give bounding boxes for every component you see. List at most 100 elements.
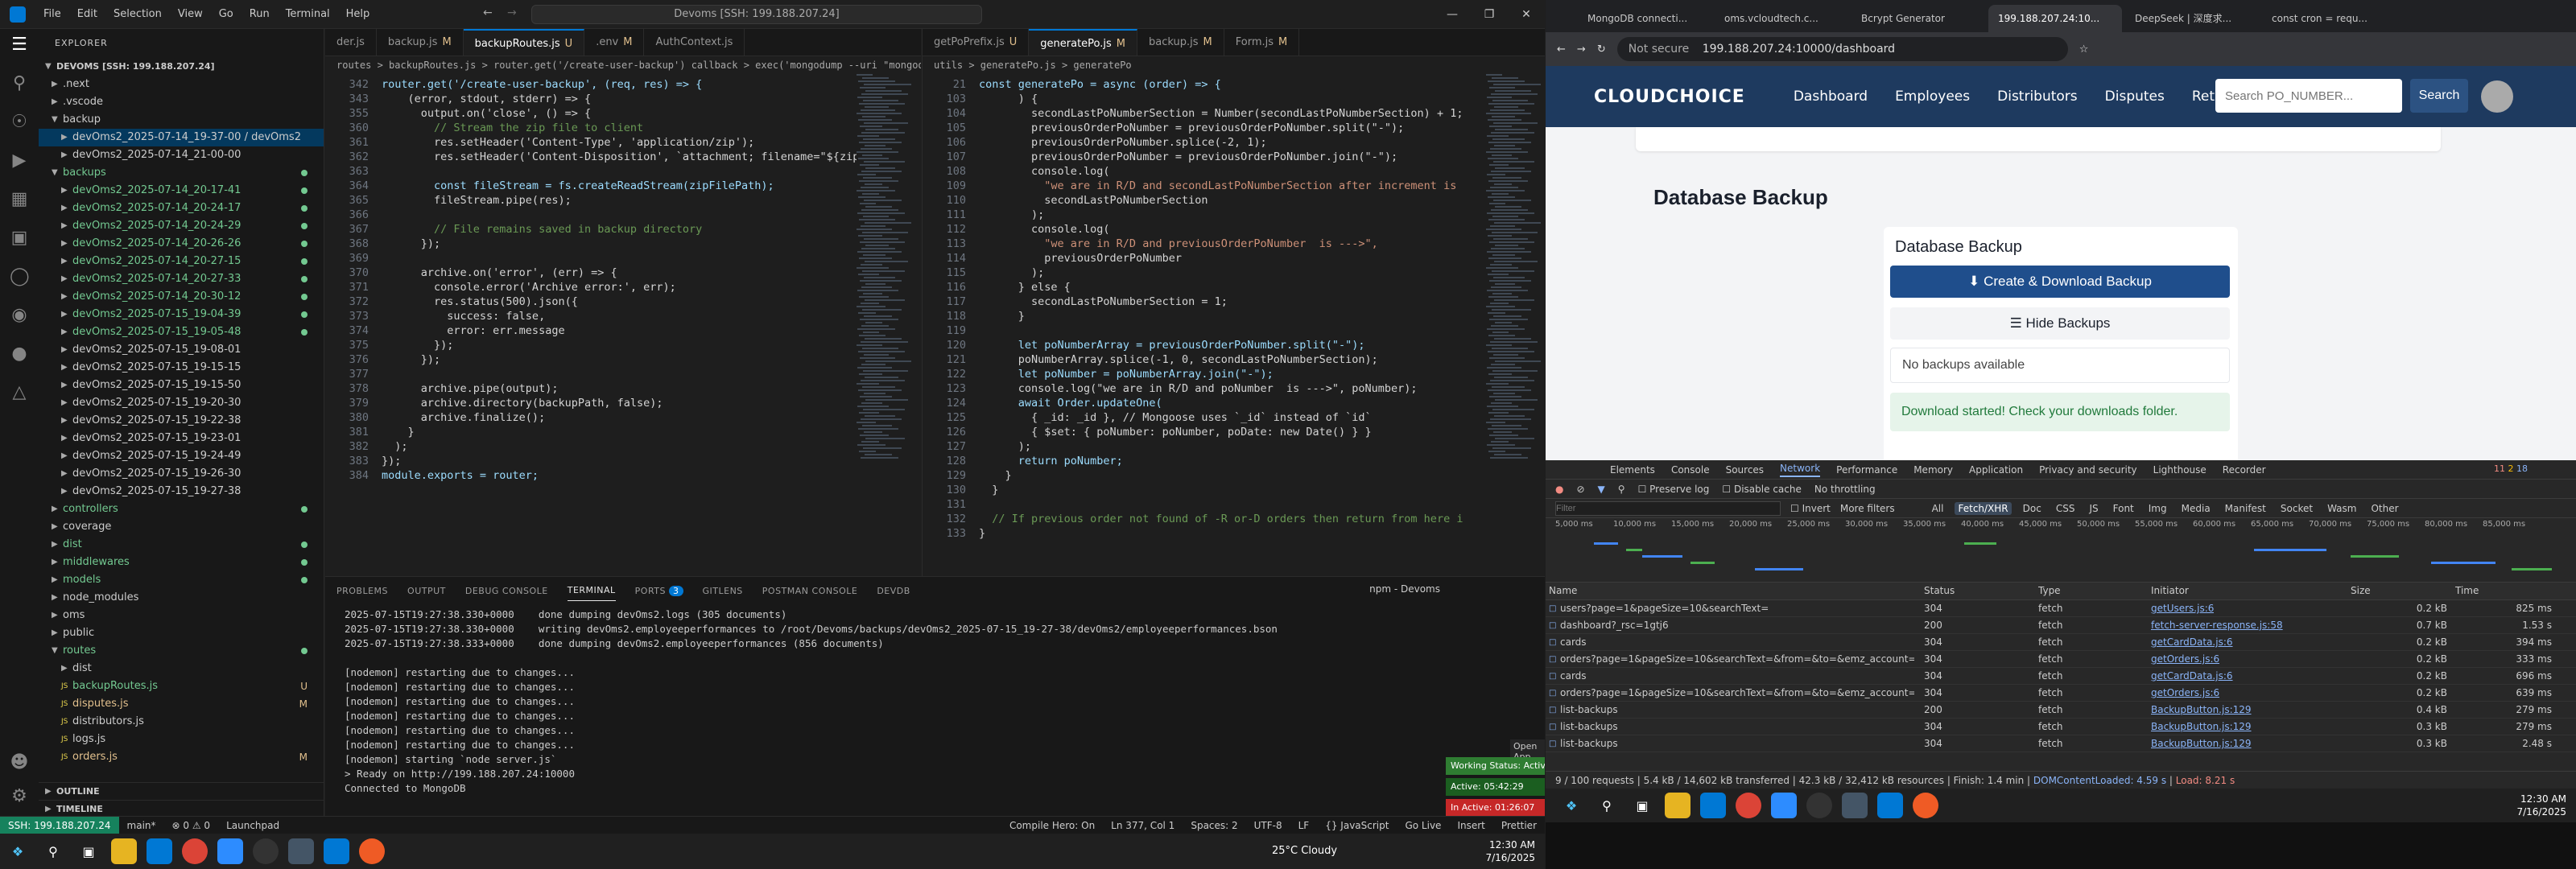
browser-tab[interactable]: const cron = requ... bbox=[2262, 5, 2396, 32]
type-filter-fetch-xhr[interactable]: Fetch/XHR bbox=[1955, 501, 2012, 515]
issue-counts[interactable]: 11 2 18 bbox=[2494, 463, 2528, 474]
remote-explorer-icon[interactable]: ▣ bbox=[10, 229, 29, 248]
browser-tab[interactable]: MongoDB connecti... bbox=[1578, 5, 1711, 32]
folder-item[interactable]: ▶ middlewares bbox=[39, 554, 324, 571]
editor-tab[interactable]: getPoPrefix.js U bbox=[923, 29, 1030, 56]
folder-item[interactable]: ▶ devOms2_2025-07-15_19-15-50 bbox=[39, 377, 324, 394]
network-timeline[interactable]: 5,000 ms 10,000 ms 15,000 ms 20,000 ms 25,00… bbox=[1546, 518, 2576, 583]
panel-tab-gitlens[interactable]: GITLENS bbox=[703, 586, 743, 596]
encoding[interactable]: UTF-8 bbox=[1246, 820, 1290, 831]
minimize-icon[interactable]: — bbox=[1434, 0, 1471, 29]
windows-start-icon[interactable]: ❖ bbox=[1558, 793, 1584, 818]
devtools-tab-lighthouse[interactable]: Lighthouse bbox=[2153, 464, 2207, 476]
devtools-tab-privacy-and-security[interactable]: Privacy and security bbox=[2039, 464, 2137, 476]
folder-item[interactable]: ▶ node_modules bbox=[39, 589, 324, 607]
devtools-tab-memory[interactable]: Memory bbox=[1913, 464, 1953, 476]
back-arrow-icon[interactable]: ← bbox=[483, 6, 493, 19]
folder-item[interactable]: ▶ controllers bbox=[39, 500, 324, 518]
network-row[interactable]: □ list-backups 200 fetch BackupButton.js:129… bbox=[1546, 702, 2576, 719]
cell-initiator[interactable]: getUsers.js:6 bbox=[2151, 600, 2214, 617]
store-icon[interactable] bbox=[1700, 793, 1726, 818]
editor-tab[interactable]: generatePo.js M bbox=[1029, 29, 1137, 56]
panel-tab-devdb[interactable]: DEVDB bbox=[877, 586, 910, 596]
folder-item[interactable]: ▼ routes bbox=[39, 642, 324, 660]
docker-icon[interactable]: △ bbox=[10, 383, 29, 402]
clock[interactable]: 12:30 AM 7/16/2025 bbox=[1485, 838, 1535, 864]
file-item[interactable]: JS disputes.js M bbox=[39, 695, 324, 713]
type-filter-other[interactable]: Other bbox=[2368, 502, 2401, 515]
devtools-tab-console[interactable]: Console bbox=[1671, 464, 1710, 476]
browser-tab[interactable]: DeepSeek | 深度求... bbox=[2125, 5, 2259, 32]
network-row[interactable]: □ users?page=1&pageSize=10&searchText= 304… bbox=[1546, 600, 2576, 617]
folder-item[interactable]: ▶ .vscode bbox=[39, 93, 324, 111]
not-secure-label[interactable]: Not secure bbox=[1629, 43, 1690, 56]
search-icon[interactable]: ⚲ bbox=[10, 74, 29, 93]
create-backup-button[interactable]: ⬇ Create & Download Backup bbox=[1890, 266, 2230, 298]
preserve-log-checkbox[interactable]: ☐ Preserve log bbox=[1638, 484, 1710, 495]
minimap[interactable] bbox=[1486, 74, 1542, 573]
chrome-icon[interactable] bbox=[182, 838, 208, 864]
hide-backups-button[interactable]: ☰ Hide Backups bbox=[1890, 307, 2230, 340]
url-bar[interactable]: Not secure 199.188.207.24:10000/dashboar… bbox=[1616, 37, 2068, 61]
cell-initiator[interactable]: getCardData.js:6 bbox=[2151, 668, 2233, 685]
git-branch[interactable]: main* bbox=[119, 820, 164, 831]
file-item[interactable]: JS backupRoutes.js U bbox=[39, 677, 324, 695]
type-filter-socket[interactable]: Socket bbox=[2277, 502, 2316, 515]
type-filter-img[interactable]: Img bbox=[2145, 502, 2170, 515]
type-filter-css[interactable]: CSS bbox=[2053, 502, 2079, 515]
zoom-icon[interactable] bbox=[1771, 793, 1797, 818]
nav-disputes[interactable]: Disputes bbox=[2105, 89, 2165, 105]
timeline-section[interactable]: ▶ TIMELINE bbox=[39, 800, 324, 818]
column-header-size[interactable]: Size bbox=[2351, 585, 2371, 596]
search-button[interactable]: Search bbox=[2410, 79, 2468, 113]
task-view-icon[interactable]: ▣ bbox=[1629, 793, 1655, 818]
workspace-root[interactable]: ▼ DEVOMS [SSH: 199.188.207.24] bbox=[39, 58, 324, 76]
type-filter-js[interactable]: JS bbox=[2086, 502, 2101, 515]
more-filters-button[interactable]: More filters bbox=[1840, 503, 1895, 514]
folder-item[interactable]: ▶ models bbox=[39, 571, 324, 589]
folder-item[interactable]: ▶ devOms2_2025-07-15_19-27-38 bbox=[39, 483, 324, 500]
prettier-status[interactable]: Prettier bbox=[1493, 820, 1545, 831]
devtools-tab-recorder[interactable]: Recorder bbox=[2223, 464, 2266, 476]
type-filter-manifest[interactable]: Manifest bbox=[2222, 502, 2269, 515]
file-explorer-icon[interactable] bbox=[1665, 793, 1690, 818]
menu-run[interactable]: Run bbox=[242, 8, 278, 20]
gear-icon[interactable]: ⚙ bbox=[10, 787, 29, 806]
language-mode[interactable]: {} JavaScript bbox=[1317, 820, 1397, 831]
folder-item[interactable]: ▼ backups bbox=[39, 164, 324, 182]
menu-file[interactable]: File bbox=[35, 8, 69, 20]
column-header-status[interactable]: Status bbox=[1924, 585, 1955, 596]
network-row[interactable]: □ list-backups 304 fetch BackupButton.js:129… bbox=[1546, 735, 2576, 752]
remote-indicator[interactable]: SSH: 199.188.207.24 bbox=[0, 816, 119, 834]
column-header-time[interactable]: Time bbox=[2455, 585, 2479, 596]
throttling-select[interactable]: No throttling bbox=[1814, 484, 1876, 495]
editor-tab[interactable]: backup.js M bbox=[1137, 29, 1224, 56]
github-icon[interactable] bbox=[253, 838, 279, 864]
record-icon[interactable]: ● bbox=[1555, 484, 1563, 495]
folder-item[interactable]: ▶ devOms2_2025-07-15_19-05-48 bbox=[39, 323, 324, 341]
extensions-icon[interactable]: ▦ bbox=[10, 190, 29, 209]
folder-item[interactable]: ▶ devOms2_2025-07-14_20-27-15 bbox=[39, 253, 324, 270]
search-icon[interactable]: ⚲ bbox=[1618, 484, 1625, 495]
type-filter-media[interactable]: Media bbox=[2178, 502, 2214, 515]
clock[interactable]: 12:30 AM 7/16/2025 bbox=[2516, 793, 2566, 818]
editor-tab[interactable]: backupRoutes.js U bbox=[463, 29, 585, 56]
folder-item[interactable]: ▼ backup bbox=[39, 111, 324, 129]
files-icon[interactable]: ☰ bbox=[10, 35, 29, 55]
star-icon[interactable]: ☆ bbox=[2079, 43, 2089, 56]
devtools-tab-performance[interactable]: Performance bbox=[1836, 464, 1897, 476]
editor-tab[interactable]: backup.js M bbox=[377, 29, 464, 56]
weather-widget[interactable]: 25°C Cloudy bbox=[1272, 845, 1337, 857]
cell-initiator[interactable]: BackupButton.js:129 bbox=[2151, 735, 2252, 752]
file-item[interactable]: JS orders.js M bbox=[39, 748, 324, 766]
network-row[interactable]: □ orders?page=1&pageSize=10&searchText=&f… bbox=[1546, 685, 2576, 702]
editor-tab[interactable]: AuthContext.js bbox=[644, 29, 745, 56]
terminal-name[interactable]: npm - Devoms bbox=[1369, 583, 1440, 595]
close-icon[interactable]: ✕ bbox=[1508, 0, 1545, 29]
panel-tab-debug-console[interactable]: DEBUG CONSOLE bbox=[465, 586, 548, 596]
panel-tab-problems[interactable]: PROBLEMS bbox=[336, 586, 388, 596]
problems-count[interactable]: ⊗ 0 ⚠ 0 bbox=[164, 820, 219, 831]
search-icon[interactable]: ⚲ bbox=[40, 838, 66, 864]
clear-icon[interactable]: ⊘ bbox=[1576, 484, 1584, 495]
type-filter-font[interactable]: Font bbox=[2110, 502, 2137, 515]
